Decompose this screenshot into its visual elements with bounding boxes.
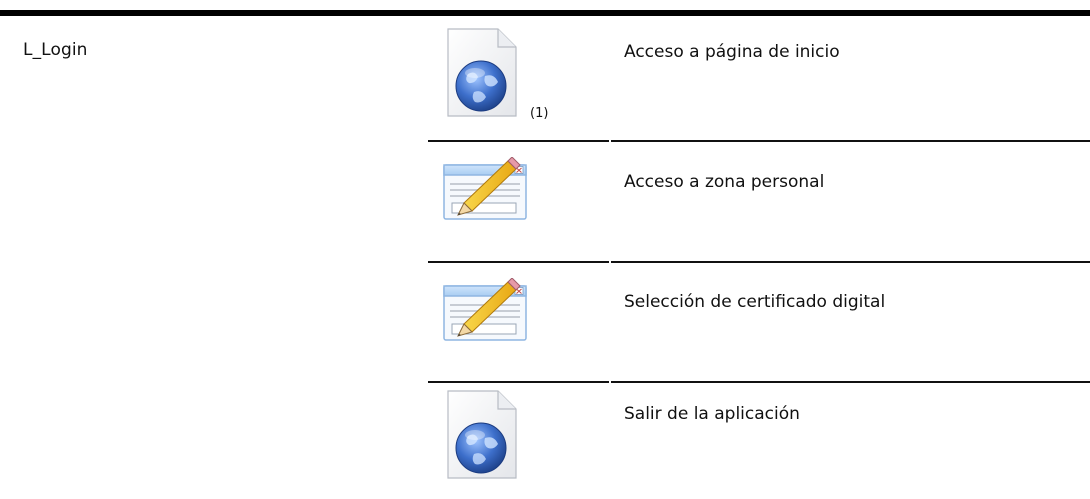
web-page-globe-icon xyxy=(428,388,522,488)
footnote-reference: (1) xyxy=(530,106,549,121)
step-label: Acceso a zona personal xyxy=(624,172,825,192)
web-page-globe-icon xyxy=(428,26,522,126)
step-label: Selección de certificado digital xyxy=(624,292,886,312)
steps-table: (1) Acceso a página de inicio Acceso a z… xyxy=(0,0,1090,499)
step-row: (1) Acceso a página de inicio xyxy=(428,26,1090,141)
step-row: Selección de certificado digital xyxy=(428,262,1090,381)
form-edit-pencil-icon xyxy=(442,277,530,346)
step-row: Acceso a zona personal xyxy=(428,141,1090,261)
step-row: Salir de la aplicación xyxy=(428,382,1090,499)
form-edit-pencil-icon xyxy=(442,156,530,225)
step-label: Acceso a página de inicio xyxy=(624,42,840,62)
step-label: Salir de la aplicación xyxy=(624,404,800,424)
